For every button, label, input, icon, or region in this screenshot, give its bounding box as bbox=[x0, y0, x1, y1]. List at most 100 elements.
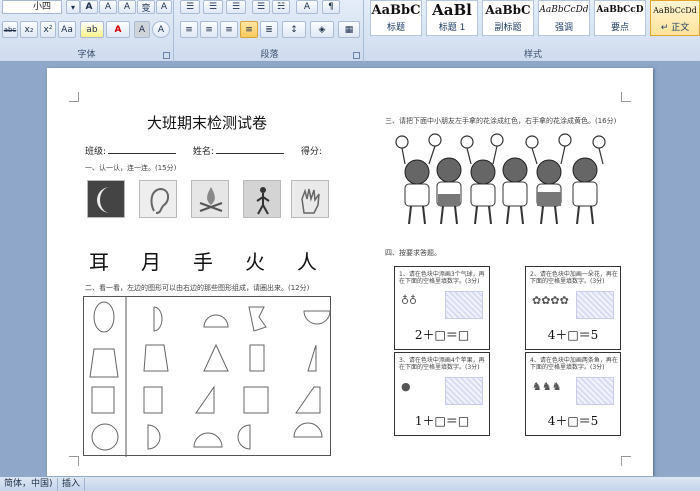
task-box-2: 2、请在色块中加画一朵花，再在下面的空格里填数字。(3分) ✿✿✿✿ 4＋□＝5 bbox=[525, 266, 621, 350]
style-preview: AaBbC bbox=[485, 3, 531, 17]
char-shading-icon: A bbox=[138, 24, 146, 35]
numbering-button[interactable]: ☰ bbox=[203, 0, 223, 14]
moon-picture bbox=[87, 180, 125, 218]
class-blank bbox=[108, 145, 177, 154]
bullets-icon: ☰ bbox=[185, 2, 195, 12]
justify-icon: ≡ bbox=[245, 24, 253, 35]
paragraph-dialog-launcher[interactable] bbox=[353, 52, 360, 59]
style-name: 要点 bbox=[610, 23, 629, 33]
color-block bbox=[576, 291, 614, 319]
class-label: 班级: bbox=[85, 147, 107, 157]
paragraph-group: ☰ ☰ ☰ ☰ ☵ A ¶ ≡ ≡ ≡ ≡ ≣ ↕ ◈ ▦ 段落 bbox=[176, 0, 364, 62]
color-block bbox=[445, 291, 483, 319]
crop-mark bbox=[69, 456, 79, 466]
superscript-button[interactable]: x² bbox=[40, 21, 56, 38]
style-preview: AaBl bbox=[432, 2, 472, 19]
task-box-3: 3、请在色块中添画4个苹果，再在下面的空格里填数字。(3分) ● 1＋□＝□ bbox=[394, 352, 490, 436]
exam-title: 大班期末检测试卷 bbox=[147, 114, 268, 132]
font-dialog-launcher[interactable] bbox=[163, 52, 170, 59]
align-center-button[interactable]: ≡ bbox=[200, 21, 218, 38]
children-flowers-picture bbox=[387, 132, 622, 236]
align-right-button[interactable]: ≡ bbox=[220, 21, 238, 38]
char-person: 人 bbox=[297, 250, 317, 274]
font-color-button[interactable]: A bbox=[106, 21, 130, 38]
paragraph-group-label: 段落 bbox=[260, 50, 279, 60]
language-indicator[interactable]: 简体，中国) bbox=[0, 478, 58, 491]
line-spacing-button[interactable]: ↕ bbox=[282, 21, 306, 38]
crop-mark bbox=[69, 92, 79, 102]
char-hand: 手 bbox=[193, 250, 213, 274]
enclose-char-button[interactable]: A bbox=[152, 21, 170, 38]
style-name: 标题 bbox=[386, 23, 405, 33]
task-2-desc: 2、请在色块中加画一朵花，再在下面的空格里填数字。(3分) bbox=[530, 271, 618, 285]
clear-format-button[interactable]: A bbox=[118, 0, 136, 14]
style-name: 副标题 bbox=[494, 23, 522, 33]
color-block bbox=[576, 377, 614, 405]
multilevel-list-button[interactable]: ☰ bbox=[226, 0, 246, 14]
ear-picture bbox=[139, 180, 177, 218]
font-group-label: 字体 bbox=[77, 50, 96, 60]
task-3-equation: 1＋□＝□ bbox=[414, 414, 470, 428]
paint-bucket-icon: ◈ bbox=[318, 24, 326, 35]
task-1-desc: 1、请在色块中添画3个气球，再在下面的空格里填数字。(3分) bbox=[399, 271, 485, 285]
name-label: 姓名: bbox=[192, 147, 214, 157]
highlight-icon: ab bbox=[86, 24, 98, 35]
chinese-layout-button[interactable]: A bbox=[296, 0, 318, 14]
ribbon: 小四 ▾ A A A 变 A abc x₂ x² Aa ab A A A 字体 … bbox=[0, 0, 700, 62]
char-ear: 耳 bbox=[89, 250, 109, 274]
align-right-icon: ≡ bbox=[225, 24, 233, 35]
styles-group: AaBbC 标题 AaBl 标题 1 AaBbC 副标题 AaBbCcDd 强调… bbox=[366, 0, 700, 62]
task-4-equation: 4＋□＝5 bbox=[547, 414, 599, 428]
align-left-button[interactable]: ≡ bbox=[180, 21, 198, 38]
subscript-button[interactable]: x₂ bbox=[20, 21, 38, 38]
font-group: 小四 ▾ A A A 变 A abc x₂ x² Aa ab A A A 字体 bbox=[0, 0, 174, 62]
style-title[interactable]: AaBbC 标题 bbox=[370, 0, 422, 36]
phonetic-button[interactable]: 变 bbox=[137, 0, 155, 14]
grow-font-button[interactable]: A bbox=[80, 0, 98, 14]
show-marks-button[interactable]: ¶ bbox=[322, 0, 340, 14]
borders-button[interactable]: ▦ bbox=[338, 21, 360, 38]
font-size-dropdown[interactable]: 小四 bbox=[2, 0, 62, 14]
char-border-button[interactable]: A bbox=[156, 0, 172, 14]
justify-button[interactable]: ≡ bbox=[240, 21, 258, 38]
decrease-indent-button[interactable]: ☰ bbox=[252, 0, 270, 14]
question-4-text: 四、按要求答题。 bbox=[385, 249, 441, 257]
line-spacing-icon: ↕ bbox=[290, 24, 298, 35]
align-center-icon: ≡ bbox=[205, 24, 213, 35]
task-1-equation: 2＋□＝□ bbox=[414, 328, 470, 342]
style-heading-1[interactable]: AaBl 标题 1 bbox=[426, 0, 478, 36]
task-2-equation: 4＋□＝5 bbox=[547, 328, 599, 342]
highlight-button[interactable]: ab bbox=[80, 21, 104, 38]
style-strong[interactable]: AaBbCcD 要点 bbox=[594, 0, 646, 36]
document-page[interactable]: 大班期末检测试卷 班级: 姓名: 得分: 一、认一认，连一连。(15分) 耳 月… bbox=[47, 68, 653, 476]
style-preview: AaBbC bbox=[371, 3, 421, 18]
shrink-font-icon: A bbox=[104, 2, 112, 12]
style-normal[interactable]: AaBbCcDd ↵ 正文 bbox=[650, 0, 700, 36]
style-name: 标题 1 bbox=[438, 23, 466, 33]
style-preview: AaBbCcDd bbox=[539, 5, 589, 15]
char-shading-button[interactable]: A bbox=[134, 21, 150, 38]
bullets-button[interactable]: ☰ bbox=[180, 0, 200, 14]
crop-mark bbox=[621, 92, 631, 102]
crop-mark bbox=[621, 456, 631, 466]
char-border-icon: A bbox=[160, 2, 168, 12]
shading-button[interactable]: ◈ bbox=[310, 21, 334, 38]
document-workspace[interactable]: 大班期末检测试卷 班级: 姓名: 得分: 一、认一认，连一连。(15分) 耳 月… bbox=[0, 62, 700, 476]
question-1-text: 一、认一认，连一连。(15分) bbox=[85, 164, 177, 172]
style-emphasis[interactable]: AaBbCcDd 强调 bbox=[538, 0, 590, 36]
distribute-button[interactable]: ≣ bbox=[260, 21, 278, 38]
clear-format-icon: A bbox=[123, 2, 131, 12]
font-size-arrow[interactable]: ▾ bbox=[66, 0, 80, 14]
task-4-desc: 4、请在色块中加画两条鱼，再在下面的空格里填数字。(3分) bbox=[530, 357, 618, 371]
name-blank bbox=[215, 145, 284, 154]
change-case-button[interactable]: Aa bbox=[58, 21, 76, 38]
strikethrough-button[interactable]: abc bbox=[2, 21, 18, 38]
borders-icon: ▦ bbox=[344, 24, 354, 35]
style-subtitle[interactable]: AaBbC 副标题 bbox=[482, 0, 534, 36]
subscript-icon: x₂ bbox=[24, 24, 34, 35]
increase-indent-button[interactable]: ☵ bbox=[272, 0, 290, 14]
shrink-font-button[interactable]: A bbox=[99, 0, 117, 14]
question-3-text: 三、请把下面中小朋友左手拿的花涂成红色，右手拿的花涂成黄色。(16分) bbox=[385, 117, 617, 125]
chinese-layout-icon: A bbox=[303, 2, 311, 12]
insert-mode-indicator[interactable]: 插入 bbox=[58, 478, 86, 491]
